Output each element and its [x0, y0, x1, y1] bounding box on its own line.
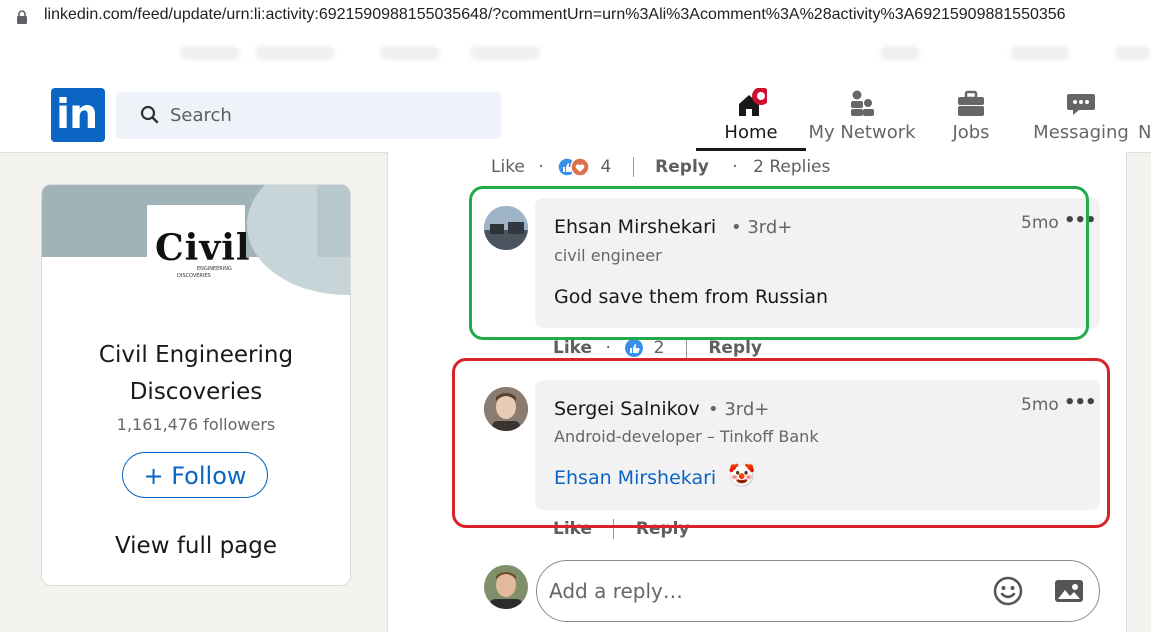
- nav-messaging-label: Messaging: [1033, 122, 1129, 143]
- browser-address-bar[interactable]: linkedin.com/feed/update/urn:li:activity…: [0, 0, 1151, 36]
- nav-jobs-label: Jobs: [952, 122, 990, 143]
- nav-my-network-label: My Network: [808, 122, 916, 143]
- linkedin-logo[interactable]: in: [51, 88, 105, 142]
- home-icon: [739, 88, 767, 116]
- comment-actions: Like · 2 Reply: [553, 338, 763, 358]
- nav-home-label: Home: [724, 122, 778, 143]
- current-user-avatar[interactable]: [484, 565, 528, 609]
- messaging-icon: [1067, 94, 1095, 115]
- like-button[interactable]: Like: [553, 338, 592, 358]
- company-card: Civil ENGINEERING DISCOVERIES Civil Engi…: [41, 184, 351, 586]
- parent-comment-actions: Like · 4 Reply · 2 Replies: [491, 157, 831, 177]
- nav-home[interactable]: Home: [716, 80, 786, 152]
- reply-input[interactable]: [549, 561, 969, 621]
- nav-jobs[interactable]: Jobs: [938, 80, 1004, 152]
- nav-notifications[interactable]: N: [1138, 80, 1151, 152]
- company-logo-sub1: ENGINEERING: [197, 266, 232, 272]
- image-icon[interactable]: [1053, 575, 1085, 607]
- network-icon: [851, 90, 874, 116]
- search-bar[interactable]: [116, 92, 501, 139]
- bookmarks-bar: [0, 36, 1151, 81]
- follow-button[interactable]: + Follow: [122, 452, 268, 498]
- company-name[interactable]: Civil Engineering Discoveries: [42, 337, 350, 411]
- reply-box[interactable]: [536, 560, 1100, 622]
- search-input[interactable]: [170, 92, 490, 139]
- reaction-count[interactable]: 4: [601, 157, 612, 177]
- company-logo[interactable]: Civil ENGINEERING DISCOVERIES: [147, 205, 250, 299]
- reply-button[interactable]: Reply: [655, 157, 709, 177]
- follower-count: 1,161,476 followers: [116, 415, 276, 434]
- red-highlight-box: [452, 358, 1110, 528]
- replies-count[interactable]: 2 Replies: [753, 157, 830, 177]
- reaction-count[interactable]: 2: [654, 338, 665, 358]
- green-highlight-box: [469, 186, 1089, 340]
- emoji-icon[interactable]: [992, 575, 1024, 607]
- briefcase-icon: [958, 90, 984, 116]
- url-text[interactable]: linkedin.com/feed/update/urn:li:activity…: [44, 6, 1066, 24]
- view-full-page-link[interactable]: View full page: [42, 533, 350, 559]
- lock-icon: [17, 10, 27, 24]
- active-tab-indicator: [696, 148, 806, 151]
- reactions-icon[interactable]: [557, 157, 591, 177]
- like-button[interactable]: Like: [491, 157, 525, 177]
- plus-icon: +: [143, 462, 164, 490]
- nav-notifications-label: N: [1138, 122, 1151, 143]
- avatar-photo: [484, 565, 528, 609]
- company-logo-sub2: DISCOVERIES: [177, 273, 211, 279]
- search-icon: [140, 105, 159, 124]
- nav-messaging[interactable]: Messaging: [1030, 80, 1132, 152]
- company-logo-mark: Civil: [155, 227, 251, 269]
- like-reaction-icon[interactable]: [624, 338, 644, 358]
- follow-label: Follow: [171, 462, 247, 490]
- reply-button[interactable]: Reply: [708, 338, 762, 358]
- nav-my-network[interactable]: My Network: [806, 80, 918, 152]
